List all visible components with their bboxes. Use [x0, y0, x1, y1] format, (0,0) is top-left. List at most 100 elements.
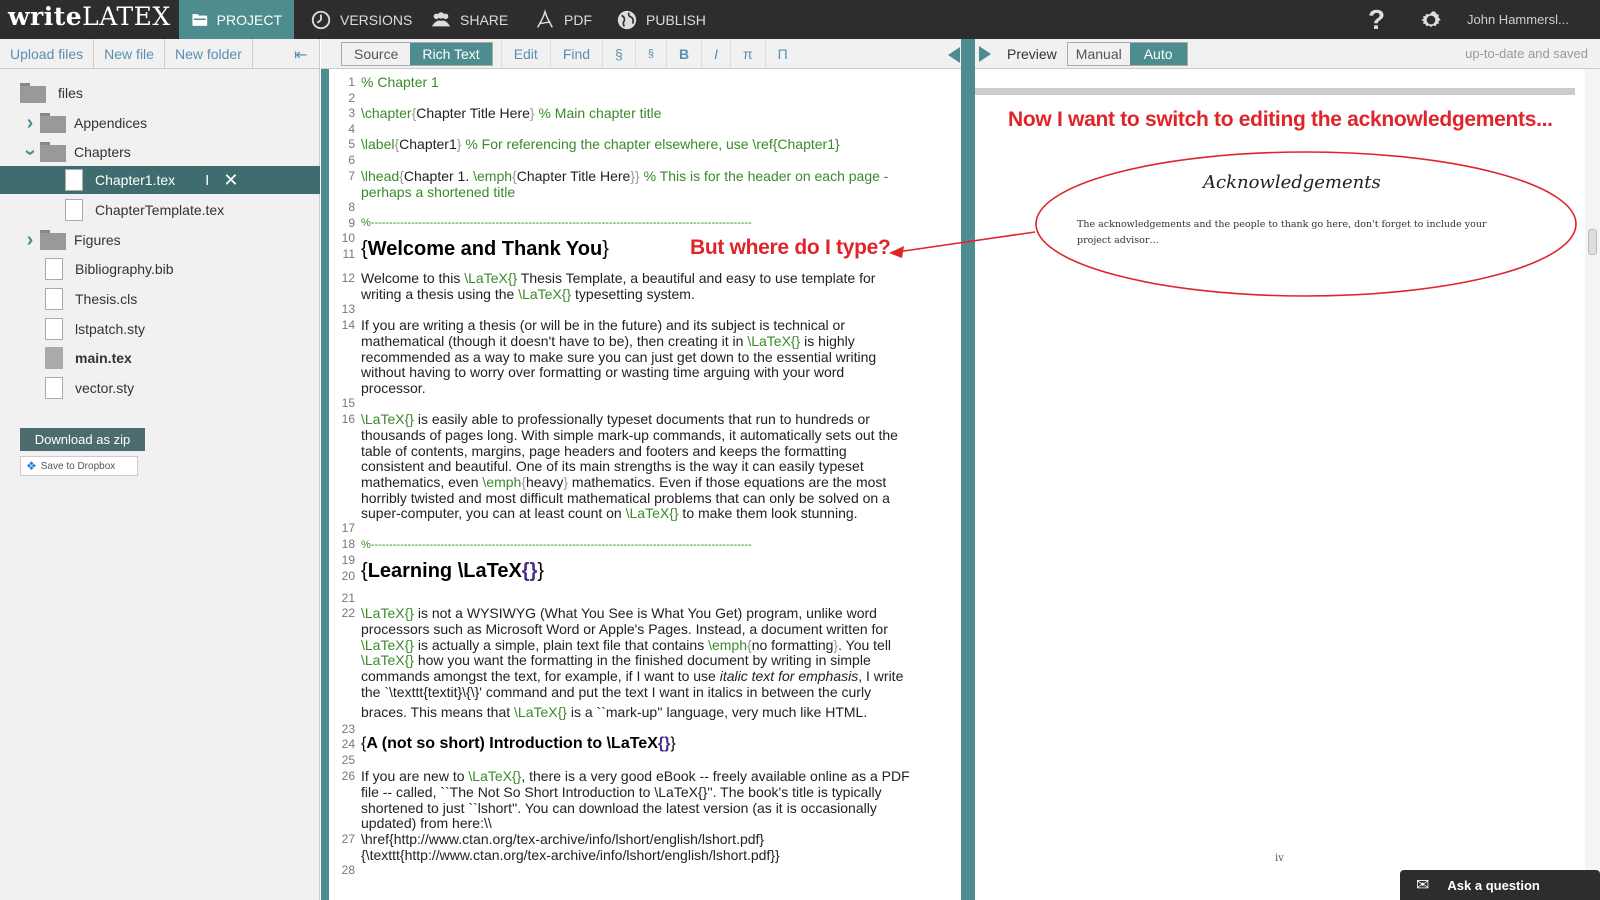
code-line-5: \label{Chapter1} % For referencing the c… — [361, 136, 840, 152]
tree-file-bibliography[interactable]: Bibliography.bib — [45, 255, 174, 283]
collapse-editor-icon[interactable] — [948, 47, 960, 63]
ask-question-label: Ask a question — [1447, 877, 1540, 893]
collapse-sidebar-icon[interactable]: ⇤ — [294, 45, 307, 65]
close-icon[interactable]: ✕ — [223, 170, 238, 191]
envelope-icon: ✉ — [1416, 877, 1430, 894]
line-number: 14 — [341, 318, 355, 332]
ask-question-button[interactable]: ✉ Ask a question — [1400, 870, 1600, 900]
new-file-button[interactable]: New file — [94, 38, 165, 69]
code-line-16-wrap1: thousands of pages long. With simple mar… — [361, 427, 898, 443]
expand-preview-icon[interactable] — [979, 45, 991, 62]
code-line-14-wrap1: mathematical (though it doesn't have to … — [361, 333, 855, 349]
math-button[interactable]: π — [729, 38, 765, 69]
display-math-button[interactable]: Π — [764, 38, 800, 69]
nav-share[interactable]: SHARE — [418, 0, 520, 39]
code-line-22-wrap3: \LaTeX{} how you want the formatting in … — [361, 652, 871, 668]
acknowledgements-heading[interactable]: Acknowledgements — [1203, 172, 1381, 193]
preview-scrollbar[interactable] — [1585, 69, 1600, 900]
rename-icon[interactable]: I — [205, 172, 209, 189]
annotation-mid: But where do I type? — [690, 236, 891, 259]
folder-icon — [40, 230, 66, 250]
logo-write: write — [8, 2, 83, 31]
help-button[interactable]: ? — [1368, 0, 1385, 39]
tree-file-main[interactable]: main.tex — [45, 344, 132, 372]
code-line-1: % Chapter 1 — [361, 74, 439, 90]
code-line-14-wrap4: processor. — [361, 380, 426, 396]
file-icon — [45, 288, 63, 310]
edit-menu-button[interactable]: Edit — [500, 38, 550, 69]
nav-versions[interactable]: VERSIONS — [298, 0, 424, 39]
tree-folder-files[interactable]: files — [20, 79, 83, 107]
line-number: 16 — [341, 412, 355, 426]
new-folder-button[interactable]: New folder — [165, 38, 253, 69]
code-area[interactable]: % Chapter 1 \chapter{Chapter Title Here}… — [361, 69, 961, 900]
file-icon — [65, 169, 83, 191]
italic-button[interactable]: I — [701, 38, 730, 69]
tree-label: Appendices — [74, 115, 148, 131]
chevron-right-icon[interactable]: › — [20, 112, 40, 135]
auto-compile-button[interactable]: Auto — [1129, 42, 1187, 65]
line-number: 23 — [341, 722, 355, 736]
line-number: 1 — [348, 75, 355, 89]
compile-mode-toggle: Manual Auto — [1066, 41, 1188, 66]
user-menu[interactable]: John Hammersl... — [1467, 0, 1569, 39]
line-number: 10 — [341, 231, 355, 245]
source-mode-button[interactable]: Source — [342, 43, 410, 65]
nav-project[interactable]: PROJECT — [179, 0, 294, 39]
line-number: 13 — [341, 302, 355, 316]
code-line-14: If you are writing a thesis (or will be … — [361, 317, 845, 333]
tree-file-lstpatch[interactable]: lstpatch.sty — [45, 315, 145, 343]
code-line-27-wrap: {\texttt{http://www.ctan.org/tex-archive… — [361, 847, 780, 863]
nav-publish-label: PUBLISH — [646, 11, 706, 28]
code-line-27: \href{http://www.ctan.org/tex-archive/in… — [361, 831, 765, 847]
line-number: 6 — [348, 153, 355, 167]
tree-file-thesis-cls[interactable]: Thesis.cls — [45, 285, 137, 313]
code-line-22-wrap1: processors such as Microsoft Word or App… — [361, 621, 888, 637]
acknowledgements-body[interactable]: The acknowledgements and the people to t… — [1077, 217, 1497, 249]
chevron-down-icon[interactable]: › — [19, 142, 42, 162]
app-logo[interactable]: writeLATEX — [8, 2, 171, 31]
tree-label: files — [58, 85, 83, 101]
preview-toolbar: Preview Manual Auto up-to-date and saved — [975, 39, 1600, 69]
preview-scroll-thumb[interactable] — [1588, 229, 1597, 255]
rich-text-mode-button[interactable]: Rich Text — [410, 42, 492, 65]
logo-latex: LATEX — [82, 2, 171, 31]
line-number: 21 — [341, 591, 355, 605]
section-button[interactable]: § — [602, 38, 635, 69]
bold-button[interactable]: B — [665, 38, 701, 69]
pane-divider[interactable] — [961, 39, 975, 900]
page-number: iv — [1275, 853, 1284, 864]
tree-label: Bibliography.bib — [75, 261, 174, 277]
tree-folder-chapters[interactable]: › Chapters — [20, 138, 131, 166]
manual-compile-button[interactable]: Manual — [1068, 43, 1130, 65]
chevron-right-icon[interactable]: › — [20, 229, 40, 252]
code-line-7-wrap: perhaps a shortened title — [361, 184, 516, 200]
tree-label: vector.sty — [75, 380, 135, 396]
tree-file-vector[interactable]: vector.sty — [45, 374, 134, 402]
line-number: 17 — [341, 521, 355, 535]
file-icon — [65, 199, 83, 221]
tree-file-chapter-template[interactable]: ChapterTemplate.tex — [65, 196, 224, 224]
globe-icon — [617, 10, 637, 29]
subsection-button[interactable]: § — [634, 38, 666, 69]
save-dropbox-button[interactable]: ❖ Save to Dropbox — [20, 456, 138, 476]
tree-file-chapter1[interactable]: Chapter1.tex I ✕ — [0, 166, 320, 194]
find-button[interactable]: Find — [549, 38, 602, 69]
annotation-top: Now I want to switch to editing the ackn… — [1008, 108, 1553, 131]
download-zip-button[interactable]: Download as zip — [20, 428, 145, 451]
tree-folder-figures[interactable]: › Figures — [20, 226, 121, 254]
folder-icon — [20, 83, 46, 103]
code-line-14-wrap3: without having to worry over formatting … — [361, 364, 845, 380]
line-number: 8 — [348, 200, 355, 214]
code-line-3: \chapter{Chapter Title Here} % Main chap… — [361, 105, 662, 121]
clock-icon — [311, 10, 331, 29]
upload-files-button[interactable]: Upload files — [0, 38, 95, 69]
nav-pdf[interactable]: PDF — [522, 0, 604, 39]
code-line-24: {A (not so short) Introduction to \LaTeX… — [361, 735, 676, 752]
gear-icon — [1421, 10, 1441, 27]
nav-publish[interactable]: PUBLISH — [604, 0, 718, 39]
tree-folder-appendices[interactable]: › Appendices — [20, 109, 148, 137]
editor-gutter-strip — [321, 69, 329, 900]
code-line-22-wrap6: braces. This means that \LaTeX{} is a ``… — [361, 704, 868, 720]
settings-button[interactable] — [1418, 0, 1444, 39]
